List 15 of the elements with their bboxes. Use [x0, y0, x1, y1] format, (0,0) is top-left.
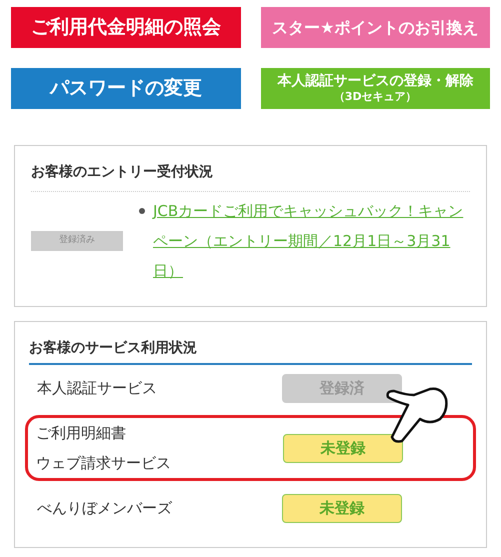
- panel-title: お客様のサービス利用状況: [29, 338, 472, 365]
- menu-button[interactable]: パスワードの変更: [11, 68, 240, 109]
- status-badge: 未登録: [282, 494, 402, 522]
- service-name: べんりぼメンバーズ: [37, 498, 172, 519]
- status-badge: 未登録: [283, 434, 403, 462]
- panel-title: お客様のエントリー受付状況: [31, 162, 470, 192]
- menu-button[interactable]: スター★ポイントのお引換え: [260, 7, 490, 48]
- bullet-icon: [139, 208, 145, 214]
- status-label: 登録済み: [31, 231, 123, 251]
- service-name: 本人認証サービス: [37, 378, 157, 399]
- menu-button[interactable]: 本人認証サービスの登録・解除 （3Dセキュア）: [260, 68, 490, 109]
- service-name: ウェブ請求サービス: [36, 453, 171, 474]
- menu-button[interactable]: ご利用代金明細の照会: [11, 7, 240, 48]
- service-name: ご利用明細書: [36, 423, 127, 444]
- campaign-link[interactable]: JCBカードご利用でキャッシュバック！キャンペーン（エントリー期間／12月1日～3月31日）: [153, 196, 470, 286]
